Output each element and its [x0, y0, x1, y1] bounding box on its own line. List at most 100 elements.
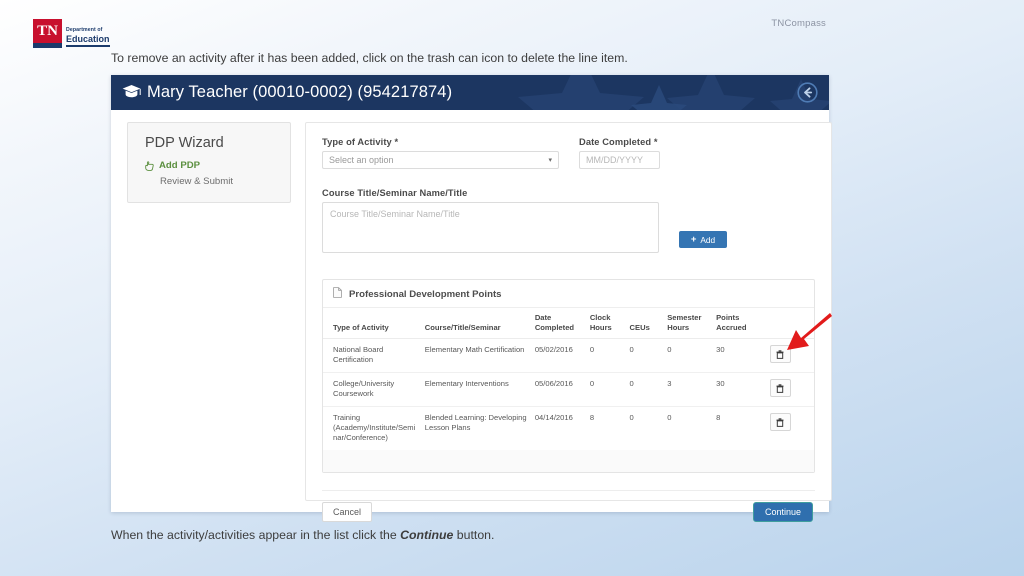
sidebar-item-review-submit-label: Review & Submit	[160, 176, 234, 187]
cancel-button[interactable]: Cancel	[322, 502, 373, 522]
add-activity-button[interactable]: + Add	[679, 231, 727, 248]
cell-course: Elementary Interventions	[421, 372, 532, 407]
cell-date-completed: 05/02/2016	[531, 338, 587, 373]
type-of-activity-selected-value: Select an option	[329, 155, 394, 165]
application-window: Mary Teacher (00010-0002) (954217874) PD…	[111, 75, 832, 522]
page-title: Mary Teacher (00010-0002) (954217874)	[147, 83, 453, 101]
course-title-label: Course Title/Seminar Name/Title	[322, 188, 468, 198]
col-semester-hours: Semester Hours	[664, 308, 714, 339]
delete-row-button[interactable]	[769, 379, 791, 397]
pdp-section-title: Professional Development Points	[349, 288, 502, 300]
sidebar-item-review-submit[interactable]: Review & Submit	[145, 174, 290, 190]
cell-clock-hours: 8	[589, 413, 595, 422]
cell-date-completed: 05/06/2016	[531, 372, 587, 407]
add-activity-button-label: Add	[700, 234, 716, 245]
table-row: National Board Certification Elementary …	[323, 338, 814, 373]
col-points-accrued: Points Accrued	[713, 308, 761, 339]
plus-icon: +	[690, 234, 697, 245]
cell-ceus: 0	[626, 338, 665, 373]
trash-icon	[776, 383, 784, 393]
col-date-completed: Date Completed	[531, 308, 587, 339]
col-course-seminar: Course/Title/Seminar	[421, 308, 532, 339]
field-type-of-activity: Type of Activity * Select an option ▾	[322, 137, 559, 169]
pdp-table-body: National Board Certification Elementary …	[323, 338, 814, 451]
table-row: Training (Academy/Institute/Seminar/Conf…	[323, 407, 814, 451]
cell-ceus: 0	[626, 372, 665, 407]
footer-divider	[322, 490, 815, 491]
pdp-header-row: Type of Activity Course/Title/Seminar Da…	[323, 308, 814, 339]
delete-row-button[interactable]	[769, 345, 791, 363]
product-name-label: TNCompass	[771, 18, 826, 29]
cell-clock-hours: 0	[586, 372, 627, 407]
field-date-completed: Date Completed * MM/DD/YYYY	[579, 137, 660, 169]
pdp-section-header: Professional Development Points	[323, 280, 814, 308]
cell-points-accrued: 30	[713, 372, 761, 407]
cell-date-completed: 04/14/2016	[534, 413, 573, 422]
main-column: Type of Activity * Select an option ▾ Da…	[291, 110, 845, 522]
pdp-table-footer	[323, 450, 814, 472]
tn-logo-department-line: Department of	[66, 27, 103, 33]
tn-logo-mark: TN	[33, 19, 62, 48]
cell-actions	[761, 407, 814, 451]
cell-points-accrued: 30	[713, 338, 761, 373]
date-completed-label: Date Completed *	[579, 137, 660, 147]
form-footer-actions: Cancel Continue	[322, 502, 813, 522]
table-row: College/University Coursework Elementary…	[323, 372, 814, 407]
sidebar-column: PDP Wizard Add PDP Review & Submit	[111, 110, 291, 512]
caption-bottom-text-before: When the activity/activities appear in t…	[111, 528, 401, 542]
type-of-activity-required-mark: *	[394, 137, 399, 147]
instruction-caption-bottom: When the activity/activities appear in t…	[111, 528, 494, 542]
sidebar-item-add-pdp[interactable]: Add PDP	[145, 158, 290, 174]
trash-icon	[776, 417, 784, 427]
cell-semester-hours: 0	[664, 338, 714, 373]
cell-type-of-activity: Training (Academy/Institute/Seminar/Conf…	[333, 413, 416, 442]
document-icon	[333, 287, 342, 301]
cell-actions	[760, 338, 814, 373]
cell-type-of-activity: National Board Certification	[323, 338, 422, 373]
course-title-placeholder: Course Title/Seminar Name/Title	[330, 209, 460, 219]
cell-course: Elementary Math Certification	[421, 338, 532, 373]
cell-points-accrued: 8	[716, 413, 721, 422]
col-ceus: CEUs	[626, 308, 665, 339]
app-header-banner: Mary Teacher (00010-0002) (954217874)	[111, 75, 829, 110]
app-body: PDP Wizard Add PDP Review & Submit Type …	[111, 110, 832, 522]
caption-bottom-text-after: button.	[453, 528, 495, 542]
instruction-caption-top: To remove an activity after it has been …	[111, 51, 628, 65]
date-completed-placeholder: MM/DD/YYYY	[586, 155, 644, 165]
cell-actions	[760, 372, 814, 407]
course-title-input[interactable]: Course Title/Seminar Name/Title	[322, 202, 659, 253]
cell-type-of-activity: College/University Coursework	[323, 372, 422, 407]
col-type-of-activity: Type of Activity	[323, 308, 422, 339]
pdp-data-table: Type of Activity Course/Title/Seminar Da…	[323, 308, 814, 450]
back-arrow-circle-icon[interactable]	[797, 82, 818, 108]
delete-row-button[interactable]	[769, 413, 791, 431]
wizard-title: PDP Wizard	[145, 135, 224, 151]
date-completed-label-text: Date Completed	[579, 137, 652, 147]
cell-semester-hours: 3	[664, 372, 714, 407]
pdp-wizard-card: PDP Wizard Add PDP Review & Submit	[127, 122, 291, 203]
sidebar-item-add-pdp-label: Add PDP	[159, 160, 201, 171]
date-completed-required-mark: *	[653, 137, 658, 147]
field-course-title: Course Title/Seminar Name/Title Course T…	[322, 188, 815, 253]
tn-logo-education-line: Education	[66, 34, 110, 47]
form-row-activity-date: Type of Activity * Select an option ▾ Da…	[322, 137, 815, 169]
hand-pointer-icon	[145, 161, 154, 171]
continue-button[interactable]: Continue	[752, 502, 813, 522]
tn-logo-wordmark: Department of Education	[66, 27, 110, 48]
professional-development-points-table: Professional Development Points Type of …	[322, 279, 815, 473]
cell-ceus: 0	[629, 413, 634, 422]
col-clock-hours: Clock Hours	[586, 308, 627, 339]
type-of-activity-label: Type of Activity *	[322, 137, 559, 147]
pdp-table-head: Type of Activity Course/Title/Seminar Da…	[323, 308, 814, 339]
trash-icon	[776, 349, 784, 359]
caption-bottom-emphasis: Continue	[400, 528, 454, 542]
type-of-activity-label-text: Type of Activity	[322, 137, 392, 147]
tn-department-of-education-logo: TN Department of Education	[33, 19, 110, 48]
pdp-form-panel: Type of Activity * Select an option ▾ Da…	[305, 122, 832, 522]
graduation-cap-icon	[122, 84, 141, 104]
chevron-down-icon: ▾	[548, 157, 552, 164]
type-of-activity-select[interactable]: Select an option ▾	[322, 151, 559, 169]
cell-semester-hours: 0	[667, 413, 672, 422]
cell-clock-hours: 0	[586, 338, 627, 373]
date-completed-input[interactable]: MM/DD/YYYY	[579, 151, 660, 169]
